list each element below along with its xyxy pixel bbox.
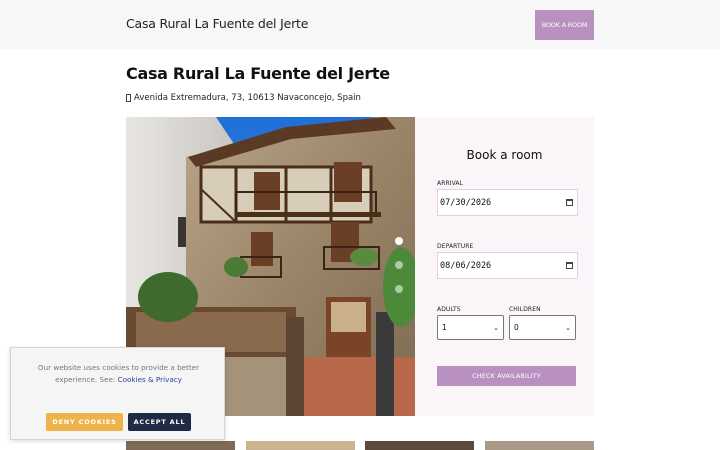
gallery-dots [395,237,403,293]
children-label: CHILDREN [509,306,541,313]
thumbnail-3[interactable] [365,441,474,450]
children-value: 0 [514,323,519,332]
arrival-date-value: 07/30/2026 [440,197,492,208]
check-availability-button[interactable]: CHECK AVAILABILITY [437,366,576,386]
site-brand[interactable]: Casa Rural La Fuente del Jerte [126,16,308,31]
adults-select[interactable]: 1 ⌄ [437,315,504,340]
property-title: Casa Rural La Fuente del Jerte [126,64,390,83]
booking-title: Book a room [466,148,543,162]
address-text: Avenida Extremadura, 73, 10613 Navaconce… [134,93,361,103]
thumbnail-4[interactable] [485,441,594,450]
departure-date-value: 08/06/2026 [440,260,492,271]
departure-date-input[interactable]: 08/06/2026 [437,252,578,279]
book-a-room-button[interactable]: BOOK A ROOM [535,10,594,40]
arrival-date-input[interactable]: 07/30/2026 [437,189,578,216]
adults-value: 1 [442,323,447,332]
arrival-label: ARRIVAL [437,180,464,187]
accept-all-button[interactable]: ACCEPT ALL [128,413,191,431]
gallery-dot-2[interactable] [395,261,403,269]
departure-label: DEPARTURE [437,243,474,250]
gallery-dot-1[interactable] [395,237,403,245]
booking-panel: Book a room ARRIVAL 07/30/2026 DEPARTURE… [415,117,594,416]
chevron-down-icon: ⌄ [493,323,499,332]
chevron-down-icon: ⌄ [565,323,571,332]
map-pin-icon [126,94,131,102]
thumbnail-strip [126,441,594,450]
property-address: Avenida Extremadura, 73, 10613 Navaconce… [126,93,361,103]
cookie-banner: Our website uses cookies to provide a be… [10,347,225,440]
children-select[interactable]: 0 ⌄ [509,315,576,340]
thumbnail-2[interactable] [246,441,355,450]
top-bar: Casa Rural La Fuente del Jerte BOOK A RO… [0,0,720,49]
gallery-dot-3[interactable] [395,285,403,293]
cookies-privacy-link[interactable]: Cookies & Privacy [118,375,182,384]
thumbnail-1[interactable] [126,441,235,450]
adults-label: ADULTS [437,306,461,313]
deny-cookies-button[interactable]: DENY COOKIES [46,413,123,431]
calendar-icon[interactable] [566,199,573,206]
calendar-icon[interactable] [566,262,573,269]
cookie-message: Our website uses cookies to provide a be… [25,362,212,386]
